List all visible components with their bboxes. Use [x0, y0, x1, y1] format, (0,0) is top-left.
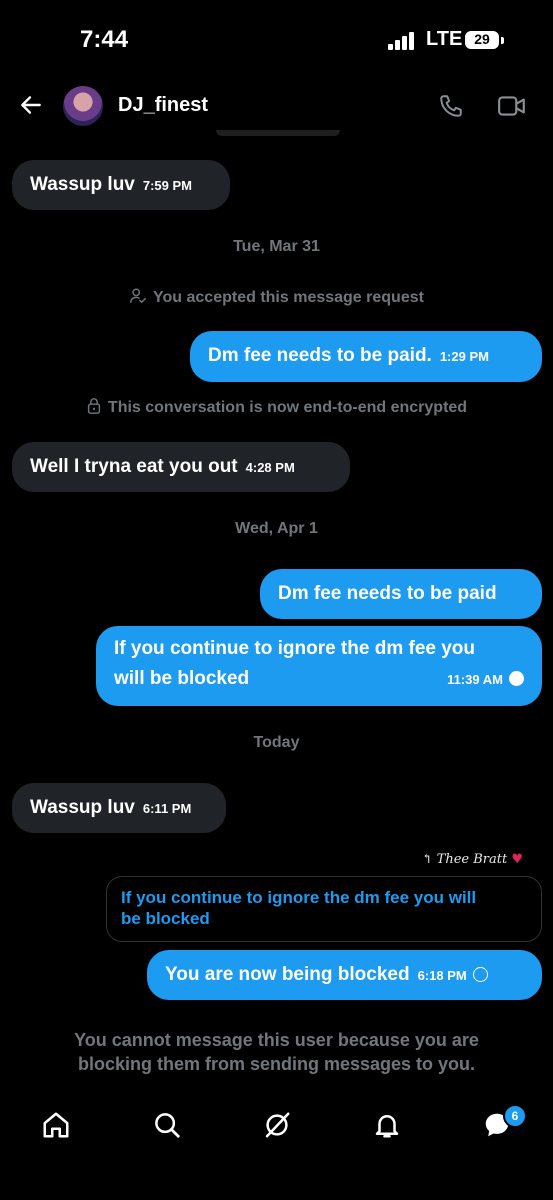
message-text: Wassup luv — [30, 797, 135, 818]
video-icon[interactable] — [497, 94, 527, 118]
message-time: 4:28 PM — [245, 460, 295, 475]
date-separator: Today — [253, 734, 300, 751]
blocked-notice-line1: You cannot message this user because you… — [74, 1030, 479, 1050]
quoted-text-line1: If you continue to ignore the dm fee you… — [121, 888, 477, 907]
message-text: Dm fee needs to be paid. — [208, 345, 432, 366]
home-icon[interactable] — [41, 1110, 71, 1140]
sent-check-icon — [472, 967, 488, 982]
search-icon[interactable] — [152, 1110, 182, 1140]
quoted-text-line2: be blocked — [121, 909, 210, 928]
status-time: 7:44 — [80, 26, 129, 53]
heart-icon: ♥ — [511, 852, 523, 867]
incoming-message[interactable]: Wassup luv 6:11 PM — [12, 783, 226, 833]
system-message: You accepted this message request — [0, 287, 553, 307]
battery-icon: 29 — [465, 31, 499, 49]
blocked-notice-line2: blocking them from sending messages to y… — [77, 1054, 476, 1074]
bottom-nav — [0, 1100, 553, 1152]
message-time: 6:18 PM — [417, 968, 467, 983]
battery-level: 29 — [474, 31, 490, 47]
network-label: LTE — [426, 28, 463, 50]
outgoing-message[interactable]: You are now being blocked 6:18 PM — [147, 950, 542, 1000]
messages-badge: 6 — [503, 1104, 527, 1128]
grok-icon[interactable] — [262, 1110, 292, 1140]
signal-icon — [388, 32, 416, 50]
incoming-message[interactable]: Well I tryna eat you out 4:28 PM — [12, 442, 350, 492]
person-check-icon — [130, 288, 146, 304]
message-text-line1: If you continue to ignore the dm fee you — [114, 638, 476, 659]
incoming-message[interactable]: Wassup luv 7:59 PM — [12, 160, 230, 210]
outgoing-message[interactable]: Dm fee needs to be paid — [260, 569, 542, 619]
lock-icon — [87, 398, 101, 414]
message-text: You are now being blocked — [165, 964, 410, 985]
message-time: 7:59 PM — [142, 178, 193, 193]
outgoing-message[interactable]: If you continue to ignore the dm fee you… — [96, 626, 542, 706]
blocked-notice: You cannot message this user because you… — [30, 1028, 523, 1076]
message-time: 11:39 AM — [447, 672, 503, 687]
phone-icon[interactable] — [438, 93, 464, 119]
system-text: You accepted this message request — [153, 289, 424, 306]
read-check-icon — [509, 671, 524, 686]
reply-indicator: ↰ Thee Bratt ♥ — [422, 852, 523, 867]
battery-tip — [501, 37, 504, 44]
notifications-icon[interactable] — [372, 1110, 402, 1140]
message-time: 6:11 PM — [142, 801, 192, 816]
message-text: Dm fee needs to be paid — [278, 583, 497, 604]
system-message: This conversation is now end-to-end encr… — [0, 397, 553, 417]
message-text: Well I tryna eat you out — [30, 456, 238, 477]
message-text-line2: will be blocked — [114, 668, 250, 689]
avatar[interactable] — [63, 86, 103, 126]
scroll-hint — [216, 130, 340, 136]
reply-arrow-icon: ↰ — [421, 852, 437, 867]
back-arrow-icon[interactable] — [18, 92, 44, 118]
outgoing-message[interactable]: Dm fee needs to be paid. 1:29 PM — [190, 331, 542, 382]
date-separator: Tue, Mar 31 — [233, 238, 320, 255]
date-separator: Wed, Apr 1 — [235, 520, 318, 537]
conversation-username[interactable]: DJ_finest — [118, 94, 208, 117]
conversation-header: DJ_finest — [0, 80, 553, 132]
status-bar: 7:44 LTE 29 — [0, 0, 553, 80]
quoted-message[interactable]: If you continue to ignore the dm fee you… — [106, 876, 542, 942]
system-text: This conversation is now end-to-end encr… — [107, 399, 468, 416]
message-text: Wassup luv — [30, 174, 135, 195]
reply-author: Thee Bratt — [436, 852, 508, 867]
message-time: 1:29 PM — [439, 349, 489, 364]
